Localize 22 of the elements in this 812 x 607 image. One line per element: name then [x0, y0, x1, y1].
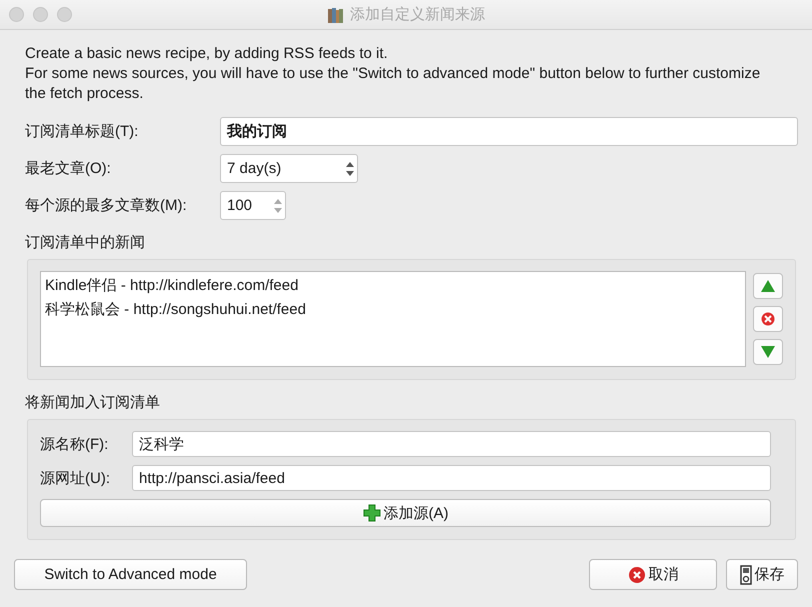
list-item[interactable]: 科学松鼠会 - http://songshuhui.net/feed: [45, 298, 741, 322]
text-field[interactable]: 泛科学: [132, 431, 771, 457]
spin-box[interactable]: 7 day(s): [220, 154, 358, 183]
advanced-mode-button[interactable]: Switch to Advanced mode: [14, 559, 247, 590]
field-label: 源名称(F):: [40, 434, 110, 454]
instruction-text: For some news sources, you will have to use the "Switch to advanced mode" button below to further customize the fetch process.: [25, 64, 762, 104]
text-field[interactable]: 我的订阅: [220, 117, 798, 146]
field-label: 最老文章(O):: [25, 159, 112, 178]
add-source-button[interactable]: 添加源(A): [40, 499, 771, 527]
list-item[interactable]: Kindle伴侣 - http://kindlefere.com/feed: [45, 274, 741, 298]
field-label: 每个源的最多文章数(M):: [25, 196, 188, 215]
group-label: 将新闻加入订阅清单: [25, 393, 161, 412]
field-label: 订阅清单标题(T):: [25, 122, 140, 141]
instruction-text: Create a basic news recipe, by adding RSS feeds to it.: [25, 44, 389, 64]
text-field[interactable]: http://pansci.asia/feed: [132, 465, 771, 491]
window-title: 添加自定义新闻来源: [350, 5, 485, 24]
cancel-button[interactable]: 取消: [589, 559, 717, 590]
feed-list[interactable]: Kindle伴侣 - http://kindlefere.com/feed 科学松鼠会 - http://songshuhui.net/feed: [40, 271, 746, 367]
spin-box[interactable]: 100: [220, 191, 286, 220]
group-label: 订阅清单中的新闻: [25, 233, 146, 252]
field-label: 源网址(U):: [40, 468, 111, 488]
save-button[interactable]: 保存: [726, 559, 798, 590]
